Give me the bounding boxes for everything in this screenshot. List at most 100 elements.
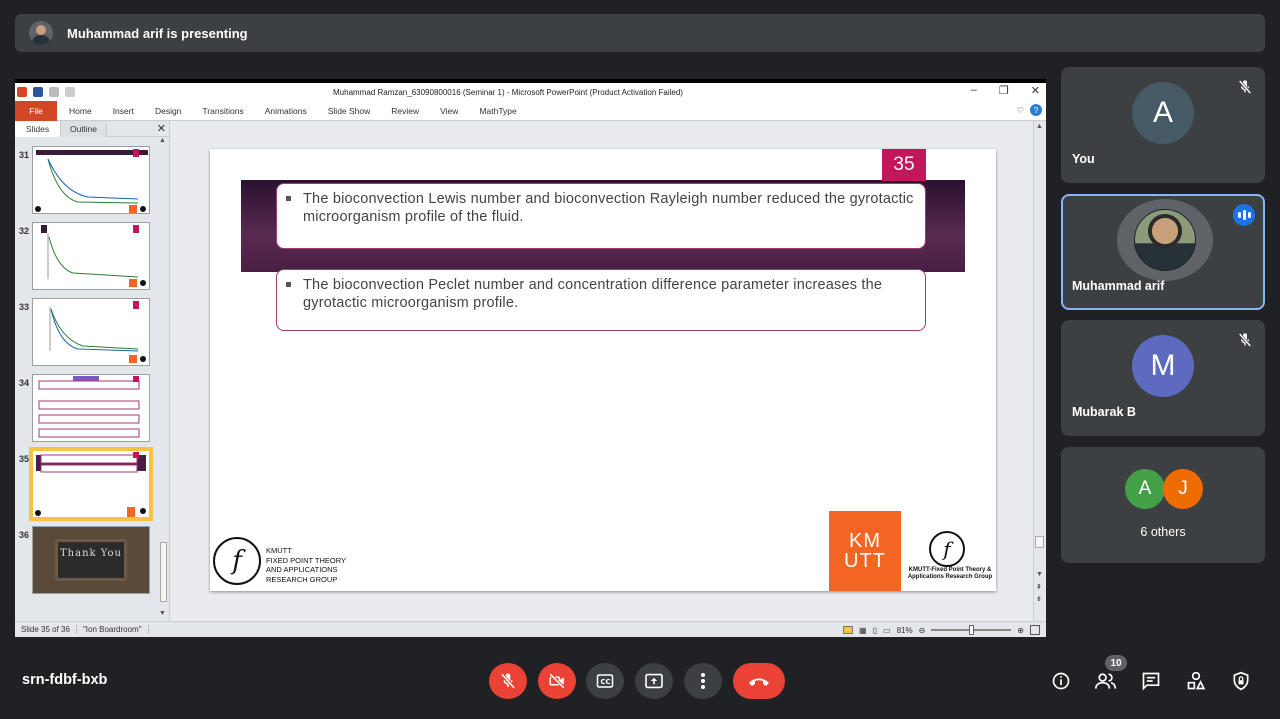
ribbon-tab-mathtype[interactable]: MathType <box>479 106 516 116</box>
slide-position: Slide 35 of 36 <box>15 625 77 634</box>
ppt-statusbar: Slide 35 of 36 "Ion Boardroom" ▦ ▯ ▭ 81%… <box>15 621 1046 637</box>
sorter-view-icon[interactable]: ▦ <box>859 626 867 635</box>
help-icon[interactable]: ? <box>1030 104 1042 116</box>
participant-name: Mubarak B <box>1072 405 1136 419</box>
svg-text:CC: CC <box>601 678 611 686</box>
ribbon-tab-insert[interactable]: Insert <box>113 106 134 116</box>
slide-thumbnail-36[interactable]: Thank You <box>32 526 150 594</box>
end-call-button[interactable] <box>733 663 785 699</box>
ppt-app-icon <box>17 87 27 97</box>
meeting-code: srn-fdbf-bxb <box>22 672 108 688</box>
people-button[interactable] <box>1095 670 1117 692</box>
other-avatar-a: A <box>1125 469 1165 509</box>
participant-tile-mubarak[interactable]: M Mubarak B <box>1061 320 1265 436</box>
reading-view-icon[interactable]: ▯ <box>873 626 877 635</box>
kmutt-logo-line2: UTT <box>844 550 886 572</box>
video-off-icon <box>549 673 565 689</box>
fpt-logo-text: KMUTT FIXED POINT THEORY AND APPLICATION… <box>266 546 347 584</box>
panel-scrollbar[interactable]: ▲ ▼ <box>158 137 168 617</box>
thank-you-text: Thank You <box>55 539 127 581</box>
slide-thumbnail-34[interactable] <box>32 374 150 442</box>
kmutt-logo-line1: KM <box>849 530 881 552</box>
zoom-slider[interactable] <box>931 625 1012 635</box>
tab-slides[interactable]: Slides <box>15 121 61 137</box>
fpt-logo-right: f <box>929 531 965 567</box>
zoom-in-icon[interactable]: ⊕ <box>1017 626 1024 635</box>
normal-view-icon[interactable] <box>843 626 854 634</box>
mic-off-icon <box>1238 333 1252 347</box>
slide-thumbnail-31[interactable] <box>32 146 150 214</box>
end-call-icon <box>749 678 769 686</box>
tab-outline[interactable]: Outline <box>61 121 107 137</box>
participant-tile-you[interactable]: A You <box>1061 67 1265 183</box>
ribbon-tab-design[interactable]: Design <box>155 106 181 116</box>
others-count: 6 others <box>1140 525 1186 539</box>
captions-button[interactable]: CC <box>586 663 624 699</box>
current-slide[interactable]: 35 The bioconvection Lewis number and bi… <box>210 149 996 591</box>
fpt-logo-right-text: KMUTT-Fixed Point Theory & Applications … <box>907 567 993 580</box>
thumb-number: 35 <box>19 454 30 464</box>
ppt-ribbon: File Home Insert Design Transitions Anim… <box>15 100 1046 121</box>
save-icon[interactable] <box>33 87 43 97</box>
ribbon-tab-home[interactable]: Home <box>69 106 92 116</box>
profile-photo <box>1134 209 1196 271</box>
speaking-indicator-icon <box>1233 204 1255 226</box>
toggle-mic-button[interactable] <box>489 663 527 699</box>
slide-thumbnail-33[interactable] <box>32 298 150 366</box>
chat-button[interactable] <box>1140 670 1162 692</box>
meeting-details-button[interactable] <box>1050 670 1072 692</box>
info-icon <box>1052 672 1070 690</box>
participant-count-badge: 10 <box>1105 655 1127 671</box>
close-icon[interactable]: ✕ <box>1031 84 1040 97</box>
toggle-camera-button[interactable] <box>538 663 576 699</box>
participant-photo <box>1117 199 1213 281</box>
undo-icon[interactable] <box>49 87 59 97</box>
ppt-window-title: Muhammad Ramzan_63090800016 (Seminar 1) … <box>333 88 683 97</box>
minimize-icon[interactable]: – <box>971 84 977 97</box>
thumb-number: 33 <box>19 302 30 312</box>
shared-screen: Muhammad Ramzan_63090800016 (Seminar 1) … <box>15 79 1046 637</box>
participant-tile-muhammad-arif[interactable]: Muhammad arif <box>1061 194 1265 310</box>
ribbon-collapse-icon[interactable]: ♡ <box>1017 106 1024 115</box>
participant-name: You <box>1072 152 1095 166</box>
ribbon-tab-transitions[interactable]: Transitions <box>202 106 243 116</box>
ribbon-tab-review[interactable]: Review <box>391 106 419 116</box>
slides-panel: Slides Outline ✕ 31 32 33 34 35 36 Thank… <box>15 121 170 621</box>
host-controls-icon <box>1233 671 1249 691</box>
redo-icon[interactable] <box>65 87 75 97</box>
thumb-number: 36 <box>19 530 30 540</box>
restore-icon[interactable]: ❐ <box>999 84 1009 97</box>
presenting-banner: Muhammad arif is presenting <box>15 14 1265 52</box>
ribbon-tab-slideshow[interactable]: Slide Show <box>328 106 371 116</box>
present-button[interactable] <box>635 663 673 699</box>
thumb-number: 32 <box>19 226 30 236</box>
fit-slide-icon[interactable] <box>1030 625 1040 635</box>
slide-thumbnail-32[interactable] <box>32 222 150 290</box>
activities-button[interactable] <box>1185 670 1207 692</box>
bullet-1: The bioconvection Lewis number and bioco… <box>276 183 926 249</box>
ribbon-tab-file[interactable]: File <box>15 100 57 121</box>
thumb-number: 34 <box>19 378 30 388</box>
thumb-number: 31 <box>19 150 30 160</box>
panel-tabs: Slides Outline ✕ <box>15 121 170 137</box>
participant-tile-others[interactable]: A J 6 others <box>1061 447 1265 563</box>
more-icon <box>701 673 705 689</box>
zoom-out-icon[interactable]: ⊖ <box>919 626 926 635</box>
slideshow-view-icon[interactable]: ▭ <box>883 626 891 635</box>
slide-scrollbar[interactable]: ▲ ▼ ⇞ ⇟ <box>1033 121 1045 621</box>
panel-close-icon[interactable]: ✕ <box>157 122 166 135</box>
zoom-slider-thumb[interactable] <box>968 625 974 635</box>
slide-thumbnail-35[interactable] <box>29 447 153 521</box>
more-options-button[interactable] <box>684 663 722 699</box>
ribbon-tab-animations[interactable]: Animations <box>265 106 307 116</box>
ribbon-tab-view[interactable]: View <box>440 106 458 116</box>
activities-icon <box>1187 671 1206 690</box>
participant-avatar: M <box>1132 335 1194 397</box>
zoom-level[interactable]: 81% <box>897 626 913 635</box>
participant-avatar: A <box>1132 82 1194 144</box>
host-controls-button[interactable] <box>1230 670 1252 692</box>
captions-icon: CC <box>596 674 614 688</box>
chat-icon <box>1142 672 1160 691</box>
presenting-text: Muhammad arif is presenting <box>67 25 248 41</box>
people-icon <box>1095 673 1117 689</box>
